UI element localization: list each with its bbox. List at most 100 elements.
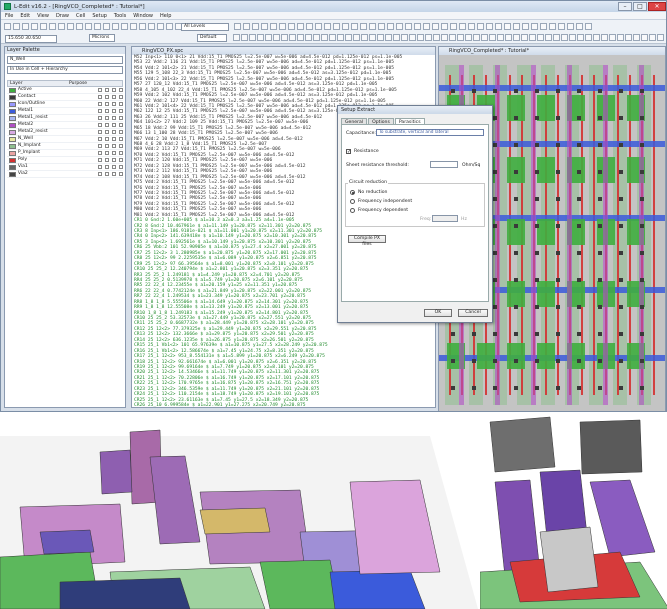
layer-lock-checkbox[interactable] xyxy=(105,102,110,106)
layer-row[interactable]: N_Well xyxy=(7,136,124,143)
toolbar-tool-icon[interactable] xyxy=(321,34,328,41)
toolbar-tool-icon[interactable] xyxy=(351,23,358,30)
toolbar-tool-icon[interactable] xyxy=(369,34,376,41)
toolbar-tool-icon[interactable] xyxy=(504,23,511,30)
ok-button[interactable]: OK xyxy=(424,309,452,317)
toolbar-tool-icon[interactable] xyxy=(423,23,430,30)
layer-select-checkbox[interactable] xyxy=(112,158,117,162)
no-reduction-radio[interactable] xyxy=(350,190,355,195)
layer-row[interactable]: Metal1 xyxy=(7,108,124,115)
layer-visible-checkbox[interactable] xyxy=(98,116,103,120)
layer-visible-checkbox[interactable] xyxy=(98,151,103,155)
layer-row[interactable]: Metal1_resist xyxy=(7,115,124,122)
layer-visible-checkbox[interactable] xyxy=(98,123,103,127)
layer-select-checkbox[interactable] xyxy=(112,123,117,127)
layer-view-combo[interactable]: In Use in Cell + Hierarchy xyxy=(7,66,123,74)
toolbar-tool-icon[interactable] xyxy=(489,34,496,41)
layer-fill-checkbox[interactable] xyxy=(119,130,124,134)
toolbar-tool-icon[interactable] xyxy=(513,23,520,30)
toolbar-tool-icon[interactable] xyxy=(261,23,268,30)
capacitance-select[interactable]: To substrate, vertical and lateral xyxy=(376,129,484,136)
layer-row[interactable]: P_Implant xyxy=(7,150,124,157)
toolbar-tool-icon[interactable] xyxy=(558,23,565,30)
menu-setup[interactable]: Setup xyxy=(92,13,107,19)
layer-lock-checkbox[interactable] xyxy=(105,109,110,113)
toolbar-tool-icon[interactable] xyxy=(76,23,83,30)
layer-row[interactable]: Metal2 xyxy=(7,122,124,129)
toolbar-tool-icon[interactable] xyxy=(345,34,352,41)
toolbar-tool-icon[interactable] xyxy=(393,34,400,41)
toolbar-tool-icon[interactable] xyxy=(279,23,286,30)
toolbar-tool-icon[interactable] xyxy=(377,34,384,41)
toolbar-tool-icon[interactable] xyxy=(243,23,250,30)
toolbar-tool-icon[interactable] xyxy=(425,34,432,41)
toolbar-tool-icon[interactable] xyxy=(649,34,656,41)
layer-row[interactable]: Via2 xyxy=(7,171,124,178)
toolbar-tool-icon[interactable] xyxy=(22,23,29,30)
layer-row[interactable]: Poly xyxy=(7,157,124,164)
toolbar-tool-icon[interactable] xyxy=(306,23,313,30)
toolbar-tool-icon[interactable] xyxy=(441,23,448,30)
freq-input[interactable] xyxy=(432,215,458,222)
toolbar-tool-icon[interactable] xyxy=(549,23,556,30)
toolbar-tool-icon[interactable] xyxy=(281,34,288,41)
menu-tools[interactable]: Tools xyxy=(114,13,126,19)
layer-row[interactable]: Active xyxy=(7,87,124,94)
layer-fill-checkbox[interactable] xyxy=(119,137,124,141)
layer-select-checkbox[interactable] xyxy=(112,172,117,176)
default-select[interactable]: Default xyxy=(197,34,227,42)
layer-visible-checkbox[interactable] xyxy=(98,88,103,92)
layer-fill-checkbox[interactable] xyxy=(119,165,124,169)
freq-independent-radio[interactable] xyxy=(350,199,355,204)
toolbar-tool-icon[interactable] xyxy=(249,34,256,41)
layer-select-checkbox[interactable] xyxy=(112,130,117,134)
toolbar-tool-icon[interactable] xyxy=(360,23,367,30)
layer-lock-checkbox[interactable] xyxy=(105,165,110,169)
toolbar-tool-icon[interactable] xyxy=(657,34,664,41)
toolbar-tool-icon[interactable] xyxy=(497,34,504,41)
layer-select-checkbox[interactable] xyxy=(112,165,117,169)
toolbar-tool-icon[interactable] xyxy=(577,34,584,41)
toolbar-tool-icon[interactable] xyxy=(569,34,576,41)
toolbar-tool-icon[interactable] xyxy=(468,23,475,30)
toolbar-tool-icon[interactable] xyxy=(433,34,440,41)
toolbar-tool-icon[interactable] xyxy=(465,34,472,41)
layer-select-checkbox[interactable] xyxy=(112,88,117,92)
toolbar-tool-icon[interactable] xyxy=(567,23,574,30)
toolbar-tool-icon[interactable] xyxy=(233,34,240,41)
toolbar-tool-icon[interactable] xyxy=(601,34,608,41)
toolbar-tool-icon[interactable] xyxy=(617,34,624,41)
toolbar-tool-icon[interactable] xyxy=(166,23,173,30)
toolbar-tool-icon[interactable] xyxy=(369,23,376,30)
toolbar-tool-icon[interactable] xyxy=(409,34,416,41)
toolbar-tool-icon[interactable] xyxy=(553,34,560,41)
toolbar-tool-icon[interactable] xyxy=(495,23,502,30)
toolbar-tool-icon[interactable] xyxy=(252,23,259,30)
layer-lock-checkbox[interactable] xyxy=(105,172,110,176)
layer-visible-checkbox[interactable] xyxy=(98,102,103,106)
minimize-button[interactable]: – xyxy=(618,2,632,11)
toolbar-tool-icon[interactable] xyxy=(633,34,640,41)
layer-row[interactable]: Contact xyxy=(7,94,124,101)
toolbar-tool-icon[interactable] xyxy=(585,23,592,30)
toolbar-tool-icon[interactable] xyxy=(85,23,92,30)
toolbar-tool-icon[interactable] xyxy=(130,23,137,30)
menu-edit[interactable]: Edit xyxy=(20,13,30,19)
layer-filter-combo[interactable]: N_Well xyxy=(7,56,123,64)
toolbar-tool-icon[interactable] xyxy=(401,34,408,41)
toolbar-tool-icon[interactable] xyxy=(342,23,349,30)
toolbar-tool-icon[interactable] xyxy=(449,34,456,41)
layer-select-checkbox[interactable] xyxy=(112,102,117,106)
maximize-button[interactable]: □ xyxy=(633,2,647,11)
toolbar-tool-icon[interactable] xyxy=(625,34,632,41)
toolbar-tool-icon[interactable] xyxy=(49,23,56,30)
layer-fill-checkbox[interactable] xyxy=(119,172,124,176)
menu-window[interactable]: Window xyxy=(133,13,153,19)
toolbar-tool-icon[interactable] xyxy=(441,34,448,41)
toolbar-tool-icon[interactable] xyxy=(641,34,648,41)
toolbar-tool-icon[interactable] xyxy=(561,34,568,41)
sheet-threshold-input[interactable] xyxy=(430,161,458,168)
toolbar-tool-icon[interactable] xyxy=(139,23,146,30)
layer-lock-checkbox[interactable] xyxy=(105,95,110,99)
layer-fill-checkbox[interactable] xyxy=(119,144,124,148)
